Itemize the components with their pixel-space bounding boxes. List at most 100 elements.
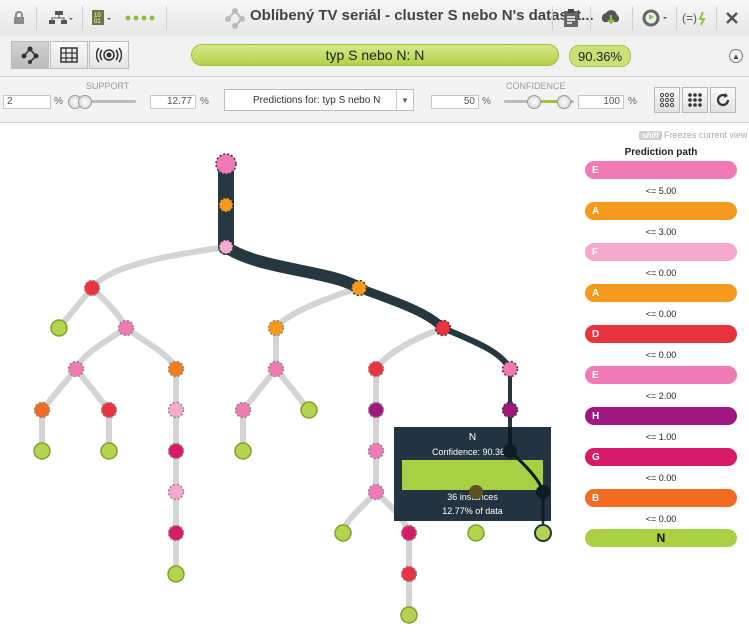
prediction-path-field-label: H <box>592 410 600 422</box>
dots-filled-button[interactable] <box>682 87 708 113</box>
prediction-path-field[interactable]: B <box>585 489 737 507</box>
tree-node[interactable] <box>117 319 135 337</box>
tree-node[interactable] <box>218 239 234 255</box>
tree-node[interactable] <box>167 401 185 419</box>
tree-node[interactable] <box>367 401 385 419</box>
prediction-path-field[interactable]: H <box>585 407 737 425</box>
tree-node[interactable] <box>367 360 385 378</box>
tree-node[interactable] <box>367 442 385 460</box>
support-slider-max-handle[interactable] <box>78 95 92 109</box>
confidence-max-unit: % <box>628 96 637 107</box>
tree-leaf[interactable] <box>334 524 352 542</box>
prediction-path-field[interactable]: D <box>585 325 737 343</box>
refresh-button[interactable] <box>710 87 736 113</box>
tree-leaf-selected[interactable] <box>534 524 552 542</box>
tree-node-root[interactable] <box>215 153 237 175</box>
loading-dots-icon <box>124 6 158 30</box>
tree-leaf[interactable] <box>234 442 252 460</box>
prediction-path-result[interactable]: N <box>585 529 737 547</box>
tree-node[interactable] <box>67 360 85 378</box>
dataset-split-icon[interactable]: 10 01 <box>88 6 116 30</box>
confidence-slider-min-handle[interactable] <box>527 95 541 109</box>
prediction-path-condition: <= 0.00 <box>645 514 677 524</box>
prediction-path-field[interactable]: E <box>585 366 737 384</box>
clipboard-report-icon[interactable] <box>560 6 582 30</box>
close-x-icon[interactable] <box>720 6 744 30</box>
tree-node[interactable] <box>434 319 452 337</box>
support-min-unit: % <box>54 96 63 107</box>
prediction-path-condition: <= 0.00 <box>645 350 677 360</box>
confidence-max-input[interactable]: 100 <box>578 95 624 109</box>
prediction-percent: 90.36% <box>578 48 623 64</box>
svg-text:01: 01 <box>94 19 101 25</box>
actions-icon[interactable] <box>640 6 670 30</box>
tree-node[interactable] <box>400 565 418 583</box>
tree-leaf[interactable] <box>400 606 418 624</box>
prediction-path-condition: <= 2.00 <box>645 391 677 401</box>
confidence-slider-max-handle[interactable] <box>557 95 571 109</box>
predictions-for-select[interactable]: Predictions for: typ S nebo N ▼ <box>224 89 414 111</box>
tree-model-icon[interactable] <box>46 6 76 30</box>
tree-node[interactable] <box>218 197 234 213</box>
tree-node[interactable] <box>400 524 418 542</box>
prediction-path-field[interactable]: E <box>585 161 737 179</box>
top-toolbar: 10 01 Oblíbený TV seriál - cluster S nebo… <box>0 0 749 37</box>
tree-node[interactable] <box>350 279 368 297</box>
dots-grid-outline-icon <box>659 92 675 108</box>
tree-view-button[interactable] <box>11 41 49 69</box>
tree-leaf[interactable] <box>50 319 68 337</box>
prediction-path-condition: <= 1.00 <box>645 432 677 442</box>
prediction-label: typ S nebo N: N <box>325 47 425 63</box>
refresh-icon <box>716 93 730 107</box>
tree-leaf[interactable] <box>467 524 485 542</box>
tree-leaf[interactable] <box>33 442 51 460</box>
freeze-hint: shift Freezes current view <box>639 130 747 140</box>
dots-grid-filled-icon <box>688 93 702 107</box>
shift-key: shift <box>639 131 662 140</box>
lock-icon[interactable] <box>10 6 28 30</box>
prediction-path-field[interactable]: A <box>585 202 737 220</box>
tree-node[interactable] <box>100 401 118 419</box>
tree-node[interactable] <box>167 360 185 378</box>
prediction-path-field-label: B <box>592 492 600 504</box>
sunburst-icon <box>96 47 122 63</box>
support-min-input[interactable]: 2 <box>3 95 51 109</box>
model-tree-icon <box>222 6 248 30</box>
prediction-path-field-label: E <box>592 369 599 381</box>
tree-node[interactable] <box>267 319 285 337</box>
tree-leaf[interactable] <box>100 442 118 460</box>
grid-icon <box>60 47 78 63</box>
view-bar: typ S nebo N: N 90.36% ▲ <box>0 36 749 77</box>
tree-node[interactable] <box>167 524 185 542</box>
formula-icon[interactable]: (=) <box>680 6 712 30</box>
tree-leaf[interactable] <box>167 565 185 583</box>
support-max-input[interactable]: 12.77 <box>150 95 196 109</box>
download-icon[interactable] <box>598 6 624 30</box>
tree-leaf[interactable] <box>300 401 318 419</box>
collapse-toggle-icon[interactable]: ▲ <box>729 49 743 63</box>
tree-node[interactable] <box>234 401 252 419</box>
tree-node[interactable] <box>167 483 185 501</box>
prediction-path-condition: <= 0.00 <box>645 309 677 319</box>
prediction-path-field-label: G <box>592 451 600 463</box>
table-view-button[interactable] <box>50 41 88 69</box>
tree-node[interactable] <box>501 360 519 378</box>
prediction-path-field-label: F <box>592 246 599 258</box>
tree-node[interactable] <box>83 279 101 297</box>
tree-node[interactable] <box>501 401 519 419</box>
prediction-path-condition: <= 3.00 <box>645 227 677 237</box>
prediction-path-field-label: A <box>592 205 600 217</box>
predictions-for-label: Predictions for: typ S nebo N <box>253 94 381 106</box>
tree-node[interactable] <box>167 442 185 460</box>
prediction-path-condition: <= 5.00 <box>645 186 677 196</box>
prediction-path-title: Prediction path <box>624 147 698 158</box>
tree-node[interactable] <box>33 401 51 419</box>
tree-node[interactable] <box>367 483 385 501</box>
sunburst-view-button[interactable] <box>89 41 129 69</box>
prediction-path-field[interactable]: G <box>585 448 737 466</box>
prediction-path-field[interactable]: A <box>585 284 737 302</box>
confidence-min-input[interactable]: 50 <box>431 95 479 109</box>
dots-view-button[interactable] <box>654 87 680 113</box>
prediction-path-field[interactable]: F <box>585 243 737 261</box>
tree-node[interactable] <box>267 360 285 378</box>
